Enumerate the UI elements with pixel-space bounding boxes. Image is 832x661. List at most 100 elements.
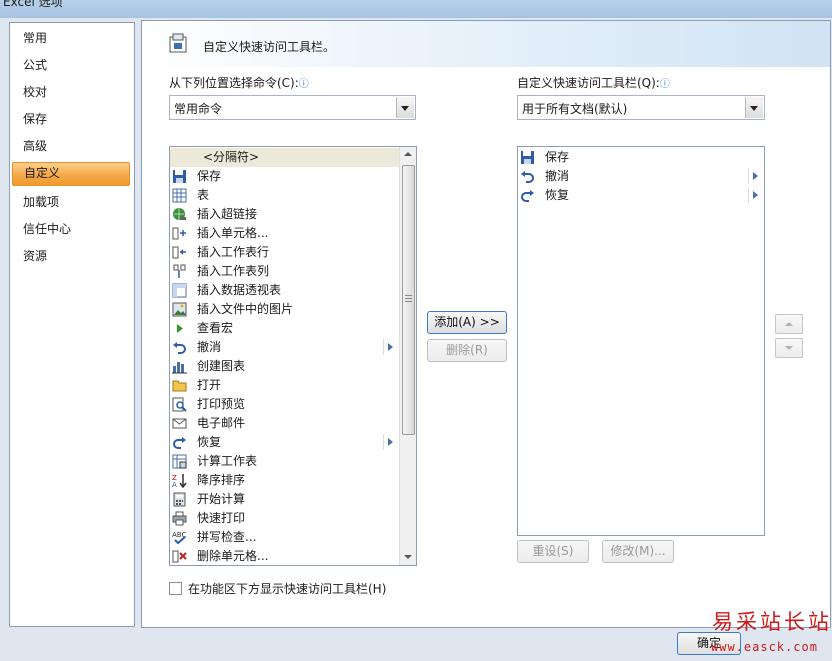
- window-titlebar: Excel 选项: [0, 0, 832, 18]
- list-item[interactable]: 插入工作表行: [170, 243, 400, 262]
- page-title: 自定义快速访问工具栏。: [203, 40, 336, 54]
- list-item[interactable]: ABC 拼写检查...: [170, 528, 400, 547]
- sidebar-item-proofing[interactable]: 校对: [12, 81, 130, 103]
- picture-icon: [172, 302, 187, 317]
- chart-icon: [172, 362, 187, 374]
- info-icon: ⓘ: [298, 79, 309, 90]
- calculate-sheet-icon: [172, 454, 187, 469]
- list-item[interactable]: 快速打印: [170, 509, 400, 528]
- thumb-grip: [405, 295, 412, 296]
- toolbar-commands-list[interactable]: 保存 撤消 恢复: [517, 146, 765, 536]
- list-item[interactable]: 打开: [170, 376, 400, 395]
- quick-access-toolbar-icon: [169, 33, 187, 53]
- list-item[interactable]: 插入文件中的图片: [170, 300, 400, 319]
- info-icon: ⓘ: [659, 79, 670, 90]
- printer-icon: [172, 511, 187, 526]
- commands-scrollbar[interactable]: [399, 147, 416, 565]
- toolbar-scope-dropdown[interactable]: 用于所有文档(默认): [517, 95, 765, 120]
- available-commands-list[interactable]: <分隔符> 保存 表 插入超链接 插入单元格... 插入工作表行 插入工作表列: [169, 146, 417, 566]
- print-preview-icon: [172, 397, 187, 412]
- show-below-ribbon-label: 在功能区下方显示快速访问工具栏(H): [188, 582, 387, 596]
- scroll-thumb[interactable]: [402, 165, 415, 435]
- thumb-grip: [405, 298, 412, 299]
- insert-cells-icon: [172, 227, 186, 240]
- header-band: 自定义快速访问工具栏。: [142, 21, 830, 67]
- show-below-ribbon-checkbox[interactable]: [169, 582, 182, 595]
- redo-icon: [521, 190, 534, 202]
- list-item[interactable]: 电子邮件: [170, 414, 400, 433]
- list-item[interactable]: 插入数据透视表: [170, 281, 400, 300]
- customize-panel: 自定义快速访问工具栏。 从下列位置选择命令(C):ⓘ 常用命令 自定义快速访问工…: [141, 20, 831, 628]
- list-item[interactable]: 插入单元格...: [170, 224, 400, 243]
- reset-button[interactable]: 重设(S): [517, 540, 589, 563]
- list-item[interactable]: 打印预览: [170, 395, 400, 414]
- watermark-url: www.easck.com: [711, 640, 818, 654]
- hyperlink-icon: [173, 208, 186, 220]
- svg-text:A: A: [172, 481, 177, 488]
- table-icon: [172, 188, 187, 203]
- modify-button[interactable]: 修改(M)...: [602, 540, 674, 563]
- insert-columns-icon: [173, 264, 186, 278]
- sidebar-item-save[interactable]: 保存: [12, 108, 130, 130]
- list-item[interactable]: 保存: [170, 167, 400, 186]
- calculate-icon: [173, 492, 186, 507]
- chevron-down-icon[interactable]: [745, 97, 763, 118]
- list-item[interactable]: <分隔符>: [170, 148, 400, 167]
- toolbar-scope-value: 用于所有文档(默认): [522, 102, 628, 116]
- window-title: Excel 选项: [3, 0, 63, 9]
- redo-icon: [173, 437, 186, 449]
- options-sidebar: 常用 公式 校对 保存 高级 自定义 加载项 信任中心 资源: [9, 22, 135, 627]
- list-item[interactable]: 查看宏: [170, 319, 400, 338]
- list-item[interactable]: 开始计算: [170, 490, 400, 509]
- scroll-up-arrow-icon[interactable]: [400, 147, 416, 163]
- sidebar-item-trust-center[interactable]: 信任中心: [12, 218, 130, 240]
- submenu-separator: [383, 434, 384, 450]
- spelling-icon: ABC: [172, 531, 186, 545]
- list-item[interactable]: 创建图表: [170, 357, 400, 376]
- list-item[interactable]: 撤消: [170, 338, 400, 357]
- remove-button[interactable]: 删除(R): [427, 339, 507, 362]
- add-button[interactable]: 添加(A) >>: [427, 311, 507, 334]
- thumb-grip: [405, 301, 412, 302]
- sidebar-item-resources[interactable]: 资源: [12, 245, 130, 267]
- email-icon: [172, 418, 187, 429]
- sidebar-item-advanced[interactable]: 高级: [12, 135, 130, 157]
- sidebar-item-customize[interactable]: 自定义: [12, 162, 130, 186]
- delete-cells-icon: [172, 550, 187, 563]
- sidebar-item-addins[interactable]: 加载项: [12, 191, 130, 213]
- submenu-arrow-icon: [753, 191, 758, 199]
- choose-commands-value: 常用命令: [174, 102, 223, 116]
- list-item[interactable]: 插入超链接: [170, 205, 400, 224]
- undo-icon: [521, 171, 534, 183]
- list-item[interactable]: 恢复: [518, 186, 764, 205]
- sort-desc-icon: ZA: [172, 474, 187, 488]
- list-item[interactable]: 保存: [518, 148, 764, 167]
- submenu-separator: [383, 339, 384, 355]
- choose-commands-label: 从下列位置选择命令(C):ⓘ: [169, 76, 309, 90]
- macro-play-icon: [177, 324, 183, 333]
- list-item[interactable]: 计算工作表: [170, 452, 400, 471]
- sidebar-item-common[interactable]: 常用: [12, 27, 130, 49]
- scroll-down-arrow-icon[interactable]: [400, 549, 416, 565]
- sidebar-item-formulas[interactable]: 公式: [12, 54, 130, 76]
- list-item[interactable]: ZA 降序排序: [170, 471, 400, 490]
- save-icon: [521, 151, 534, 164]
- undo-icon: [173, 342, 186, 354]
- list-item[interactable]: 撤消: [518, 167, 764, 186]
- submenu-arrow-icon: [388, 343, 393, 351]
- submenu-arrow-icon: [388, 438, 393, 446]
- choose-commands-dropdown[interactable]: 常用命令: [169, 95, 416, 120]
- watermark-title: 易采站长站: [712, 610, 832, 634]
- save-icon: [173, 170, 186, 183]
- list-item[interactable]: 插入工作表列: [170, 262, 400, 281]
- move-down-button[interactable]: [775, 338, 803, 358]
- chevron-down-icon[interactable]: [396, 97, 414, 118]
- open-folder-icon: [172, 380, 187, 392]
- pivot-table-icon: [172, 283, 187, 298]
- list-item[interactable]: 表: [170, 186, 400, 205]
- list-item[interactable]: 删除单元格...: [170, 547, 400, 565]
- submenu-separator: [748, 168, 749, 184]
- submenu-arrow-icon: [753, 172, 758, 180]
- move-up-button[interactable]: [775, 314, 803, 334]
- list-item[interactable]: 恢复: [170, 433, 400, 452]
